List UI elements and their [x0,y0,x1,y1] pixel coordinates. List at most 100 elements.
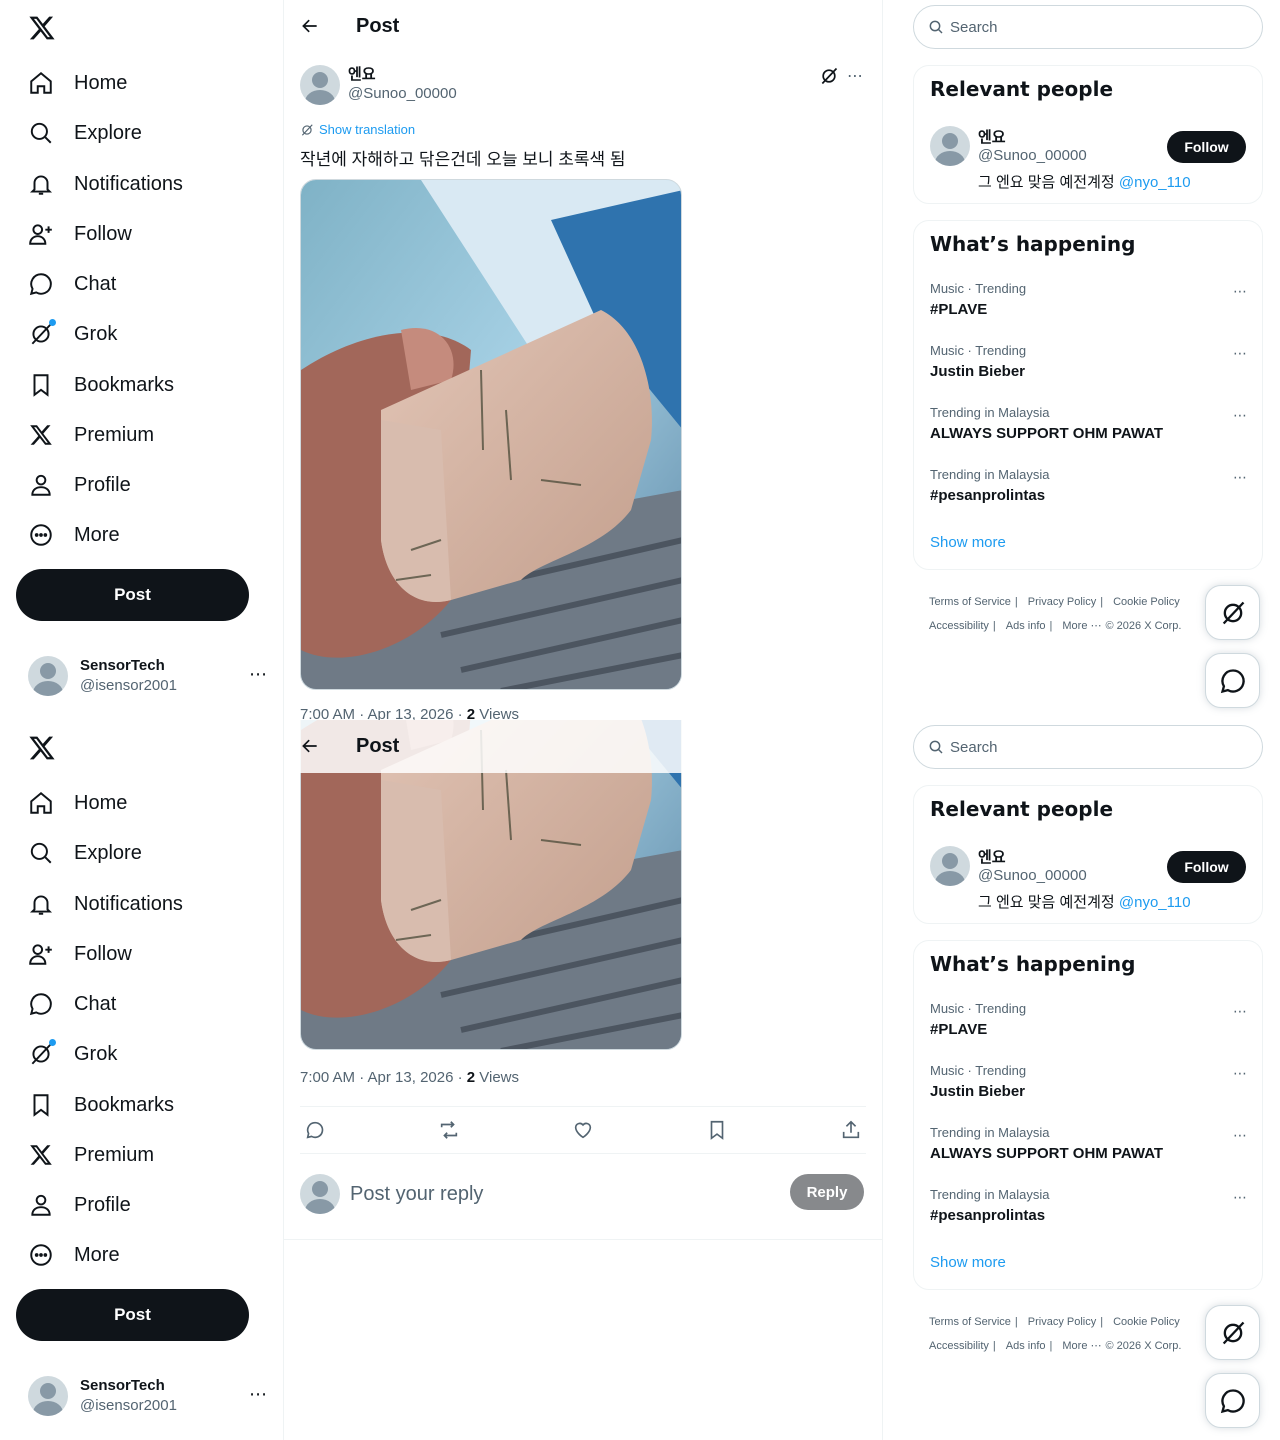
search-input[interactable]: Search [913,725,1263,769]
person-name[interactable]: 엔요 [978,846,1006,867]
avatar[interactable] [930,846,970,886]
author-name[interactable]: 엔요 [348,65,457,84]
nav-notifications[interactable]: Notifications [28,169,183,199]
relevant-people-title: Relevant people [930,77,1114,101]
nav-bookmarks[interactable]: Bookmarks [28,370,174,400]
follow-button[interactable]: Follow [1167,851,1246,883]
more-icon[interactable]: ⋯ [1233,1189,1248,1206]
more-icon[interactable]: ⋯ [1233,1003,1248,1020]
nav-label: Chat [74,272,117,295]
account-switcher[interactable]: SensorTech @isensor2001 ⋯ [28,654,268,698]
trend-item[interactable]: Music · Trending #PLAVE ⋯ [930,281,1248,318]
post-image[interactable] [300,179,682,690]
like-heart-icon[interactable] [572,1119,594,1141]
reply-button[interactable]: Reply [790,1174,864,1210]
grok-icon[interactable] [819,66,839,86]
nav-grok[interactable]: Grok [28,1039,117,1069]
footer-link[interactable]: More ⋯ [1062,620,1101,632]
trend-name: ALWAYS SUPPORT OHM PAWAT [930,1145,1164,1162]
nav-premium[interactable]: Premium [28,420,154,450]
post-time[interactable]: 7:00 AM · Apr 13, 2026 · [300,1069,467,1086]
footer-link[interactable]: Accessibility [929,1340,989,1352]
footer-link[interactable]: Cookie Policy [1113,1316,1180,1328]
more-circle-icon [28,522,54,548]
chat-bubble-icon [1220,1388,1245,1413]
grok-fab-button[interactable] [1205,1305,1260,1360]
trend-item[interactable]: Music · Trending Justin Bieber ⋯ [930,1063,1248,1100]
nav-more[interactable]: More [28,1240,120,1270]
footer-link[interactable]: More ⋯ [1062,1340,1101,1352]
nav-premium[interactable]: Premium [28,1140,154,1170]
trend-item[interactable]: Music · Trending #PLAVE ⋯ [930,1001,1248,1038]
footer-link[interactable]: Cookie Policy [1113,596,1180,608]
person-name[interactable]: 엔요 [978,126,1006,147]
chat-fab-button[interactable] [1205,1373,1260,1428]
nav-bookmarks[interactable]: Bookmarks [28,1090,174,1120]
trend-item[interactable]: Trending in Malaysia ALWAYS SUPPORT OHM … [930,405,1248,442]
footer-link[interactable]: Privacy Policy [1028,1316,1096,1328]
trend-item[interactable]: Music · Trending Justin Bieber ⋯ [930,343,1248,380]
show-more-link[interactable]: Show more [930,534,1006,551]
post-time[interactable]: 7:00 AM · Apr 13, 2026 · [300,706,467,720]
trend-item[interactable]: Trending in Malaysia #pesanprolintas ⋯ [930,1187,1248,1224]
nav-explore[interactable]: Explore [28,118,142,148]
nav-chat[interactable]: Chat [28,269,116,299]
nav-follow[interactable]: Follow [28,939,132,969]
nav-profile[interactable]: Profile [28,1190,131,1220]
nav-chat[interactable]: Chat [28,989,116,1019]
nav-more[interactable]: More [28,520,120,550]
nav-home[interactable]: Home [28,68,127,98]
reply-icon[interactable] [304,1119,326,1141]
nav-grok[interactable]: Grok [28,319,117,349]
show-more-link[interactable]: Show more [930,1254,1006,1271]
bio-mention-link[interactable]: @nyo_110 [1119,174,1191,191]
footer-link[interactable]: Ads info [1006,620,1046,632]
back-arrow-icon[interactable] [300,16,320,36]
more-icon[interactable]: ⋯ [1233,283,1248,300]
nav-follow[interactable]: Follow [28,219,132,249]
more-icon[interactable]: ⋯ [1233,469,1248,486]
more-icon[interactable]: ⋯ [249,1384,268,1405]
grok-fab-button[interactable] [1205,585,1260,640]
viewport-top: Home Explore Notifications Follow Chat G… [0,0,1280,720]
person-handle[interactable]: @Sunoo_00000 [978,867,1087,884]
chat-fab-button[interactable] [1205,653,1260,708]
post-more-icon[interactable]: ⋯ [847,66,864,86]
reply-input[interactable]: Post your reply [350,1183,483,1206]
trend-item[interactable]: Trending in Malaysia #pesanprolintas ⋯ [930,467,1248,504]
more-icon[interactable]: ⋯ [1233,1065,1248,1082]
post-author[interactable]: 엔요 @Sunoo_00000 [300,65,457,105]
post-button[interactable]: Post [16,569,249,621]
x-logo-icon[interactable] [28,14,56,42]
footer-link[interactable]: Terms of Service [929,1316,1011,1328]
more-icon[interactable]: ⋯ [1233,1127,1248,1144]
bookmark-icon[interactable] [706,1119,728,1141]
x-logo-icon[interactable] [28,734,56,762]
nav-explore[interactable]: Explore [28,838,142,868]
more-icon[interactable]: ⋯ [1233,407,1248,424]
trend-item[interactable]: Trending in Malaysia ALWAYS SUPPORT OHM … [930,1125,1248,1162]
nav-profile[interactable]: Profile [28,470,131,500]
person-handle[interactable]: @Sunoo_00000 [978,147,1087,164]
account-switcher[interactable]: SensorTech @isensor2001 ⋯ [28,1374,268,1418]
footer-link[interactable]: Accessibility [929,620,989,632]
footer-link[interactable]: Terms of Service [929,596,1011,608]
more-icon[interactable]: ⋯ [249,664,268,685]
follow-button[interactable]: Follow [1167,131,1246,163]
footer-link[interactable]: Ads info [1006,1340,1046,1352]
post-text: 작년에 자해하고 닦은건데 오늘 보니 초록색 됨 [300,150,626,169]
bio-mention-link[interactable]: @nyo_110 [1119,894,1191,911]
repost-icon[interactable] [438,1119,460,1141]
nav-home[interactable]: Home [28,788,127,818]
nav-notifications[interactable]: Notifications [28,889,183,919]
avatar[interactable] [930,126,970,166]
share-icon[interactable] [840,1119,862,1141]
more-icon[interactable]: ⋯ [1233,345,1248,362]
back-arrow-icon[interactable] [300,736,320,756]
search-input[interactable]: Search [913,5,1263,49]
author-handle[interactable]: @Sunoo_00000 [348,84,457,103]
avatar[interactable] [300,65,340,105]
footer-link[interactable]: Privacy Policy [1028,596,1096,608]
show-translation-link[interactable]: Show translation [300,122,415,137]
post-button[interactable]: Post [16,1289,249,1341]
